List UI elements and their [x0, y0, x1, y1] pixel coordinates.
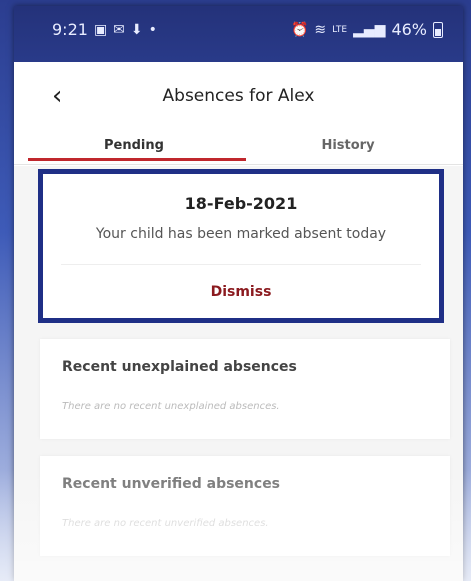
unverified-absences-card: Recent unverified absences There are no …	[40, 456, 450, 556]
card-divider	[61, 264, 421, 265]
section-empty-text: There are no recent unexplained absences…	[62, 401, 280, 412]
battery-percent: 46%	[391, 20, 427, 39]
dismiss-button[interactable]: Dismiss	[43, 284, 439, 300]
status-time: 9:21	[52, 20, 88, 39]
tab-pending[interactable]: Pending	[34, 138, 234, 153]
page-title: Absences for Alex	[14, 86, 463, 106]
status-right: ⏰ ≋ LTE ▂▄▆ 46%	[291, 20, 443, 39]
child-name: Alex	[277, 86, 315, 106]
absence-date: 18-Feb-2021	[184, 194, 298, 213]
unexplained-absences-card: Recent unexplained absences There are no…	[40, 339, 450, 439]
absence-message: Your child has been marked absent today	[95, 226, 387, 242]
wifi-icon: ≋	[314, 21, 327, 38]
battery-icon	[433, 21, 443, 38]
volte-lte-icon: LTE	[332, 24, 348, 35]
dot-icon: •	[148, 21, 157, 38]
image-icon: ▣	[93, 21, 108, 38]
signal-icon: ▂▄▆	[353, 21, 386, 38]
alarm-icon: ⏰	[290, 21, 309, 38]
section-empty-text: There are no recent unverified absences.	[62, 518, 269, 529]
tab-history[interactable]: History	[248, 138, 448, 153]
active-tab-indicator	[28, 158, 246, 161]
tabs-divider	[14, 164, 463, 165]
section-title: Recent unverified absences	[62, 476, 281, 492]
app-bar: ‹ Absences for Alex Pending History	[14, 62, 463, 166]
section-title: Recent unexplained absences	[62, 359, 297, 375]
notification-icon: ✉	[113, 21, 125, 38]
absence-alert-card: 18-Feb-2021 Your child has been marked a…	[38, 169, 444, 323]
download-icon: ⬇	[130, 21, 143, 38]
status-left: 9:21 ▣ ✉ ⬇ •	[52, 20, 157, 39]
page-title-prefix: Absences for	[162, 86, 273, 106]
phone-screen: 9:21 ▣ ✉ ⬇ • ⏰ ≋ LTE ▂▄▆ 46% ‹ Absences …	[14, 6, 463, 581]
